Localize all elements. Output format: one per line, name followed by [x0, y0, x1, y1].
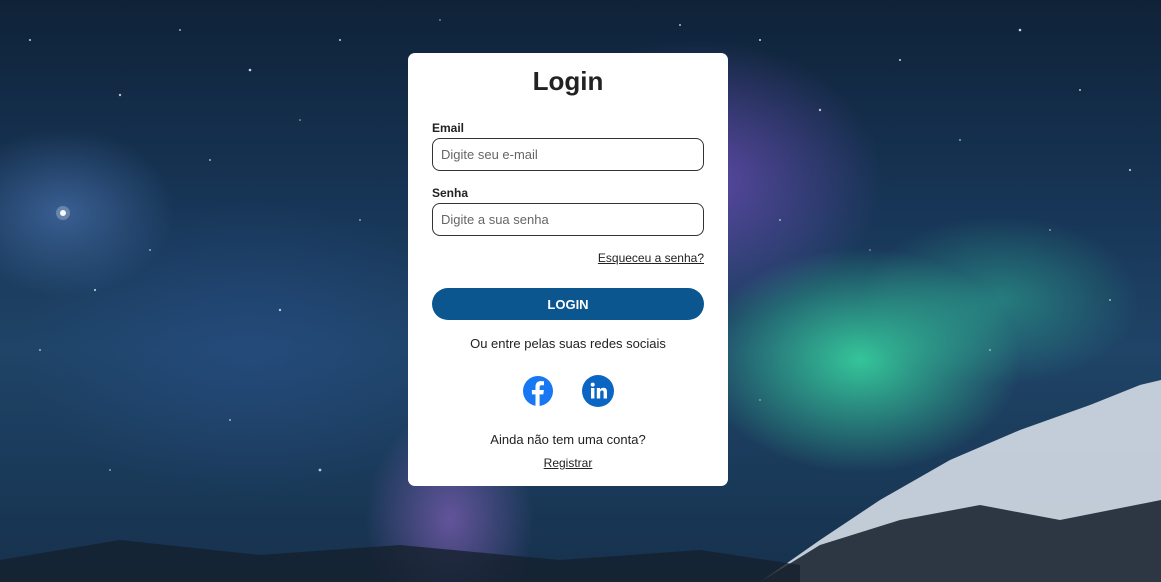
forgot-password-link[interactable]: Esqueceu a senha?	[598, 251, 704, 265]
linkedin-icon[interactable]	[582, 375, 614, 407]
page-title: Login	[532, 66, 604, 96]
email-label: Email	[432, 121, 465, 135]
no-account-text: Ainda não tem uma conta?	[490, 432, 646, 447]
facebook-icon[interactable]	[522, 375, 554, 407]
email-field[interactable]	[432, 138, 704, 171]
register-row: Registrar	[408, 456, 728, 470]
password-label: Senha	[432, 186, 469, 200]
social-login-text: Ou entre pelas suas redes sociais	[470, 336, 666, 351]
password-field[interactable]	[432, 203, 704, 236]
register-link[interactable]: Registrar	[544, 456, 593, 470]
login-card: Login Email Senha Esqueceu a senha? LOGI…	[408, 53, 728, 486]
login-button[interactable]: LOGIN	[432, 288, 704, 320]
